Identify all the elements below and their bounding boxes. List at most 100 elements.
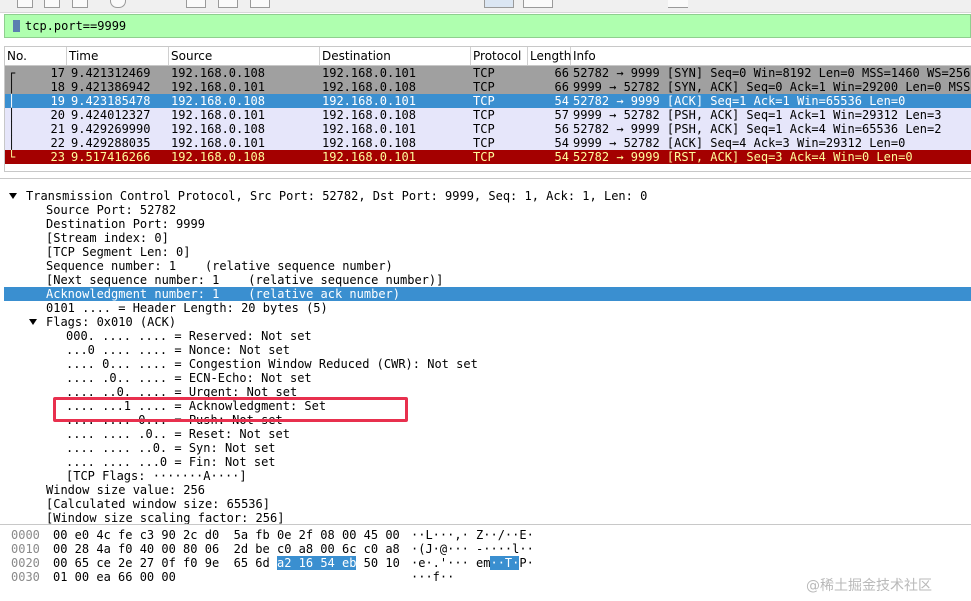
toolbar-button[interactable]	[44, 0, 60, 8]
ascii-bytes[interactable]: ·(J·@··· -····l··	[411, 542, 534, 556]
ascii-text: ·(J·@··· -····l··	[411, 542, 534, 556]
field-text: .... .... ...0 = Fin: Not set	[66, 455, 276, 469]
packet-protocol: TCP	[473, 136, 495, 150]
expand-arrow-icon[interactable]	[29, 319, 37, 325]
packet-source: 192.168.0.108	[171, 150, 265, 164]
packet-time: 9.424012327	[71, 108, 151, 122]
tree-field[interactable]: [Window size scaling factor: 256]	[4, 511, 971, 524]
tree-field[interactable]: ...0 .... .... = Nonce: Not set	[4, 343, 971, 357]
display-filter-input[interactable]	[25, 18, 625, 34]
hex-bytes[interactable]: 00 e0 4c fe c3 90 2c d0 5a fb 0e 2f 08 0…	[53, 528, 400, 542]
tree-field[interactable]: [Calculated window size: 65536]	[4, 497, 971, 511]
packet-destination: 192.168.0.108	[322, 108, 416, 122]
packet-protocol: TCP	[473, 150, 495, 164]
column-header-protocol[interactable]: Protocol	[471, 47, 528, 65]
pane-splitter[interactable]	[0, 524, 971, 525]
packet-info: 9999 → 52782 [ACK] Seq=4 Ack=3 Win=29312…	[573, 136, 906, 150]
column-header-length[interactable]: Length	[528, 47, 571, 65]
hex-bytes[interactable]: 00 65 ce 2e 27 0f f0 9e 65 6d a2 16 54 e…	[53, 556, 400, 570]
packet-source: 192.168.0.101	[171, 136, 265, 150]
packet-destination: 192.168.0.108	[322, 80, 416, 94]
ascii-selected-bytes: ··T·	[490, 556, 520, 570]
packet-destination: 192.168.0.101	[322, 122, 416, 136]
packet-destination: 192.168.0.101	[322, 66, 416, 80]
column-header-destination[interactable]: Destination	[320, 47, 471, 65]
packet-no: 22	[50, 136, 65, 150]
hex-offset: 0020	[11, 556, 40, 570]
toolbar-button[interactable]	[17, 0, 33, 8]
column-header-no[interactable]: No.	[5, 47, 67, 65]
field-text: [Calculated window size: 65536]	[46, 497, 270, 511]
packet-info: 52782 → 9999 [ACK] Seq=1 Ack=1 Win=65536…	[573, 94, 906, 108]
tree-field[interactable]: [TCP Segment Len: 0]	[4, 245, 971, 259]
toolbar-button[interactable]	[72, 0, 88, 8]
ascii-text: P·	[519, 556, 534, 570]
packet-info: 52782 → 9999 [RST, ACK] Seq=3 Ack=4 Win=…	[573, 150, 913, 164]
packet-destination: 192.168.0.108	[322, 136, 416, 150]
packet-row[interactable]: ┌ 17 9.421312469 192.168.0.108 192.168.0.101…	[5, 66, 971, 80]
tree-field[interactable]: .... 0... .... = Congestion Window Reduc…	[4, 357, 971, 371]
field-text: [Stream index: 0]	[46, 231, 169, 245]
packet-source: 192.168.0.108	[171, 94, 265, 108]
packet-row[interactable]: │ 19 9.423185478 192.168.0.108 192.168.0.101…	[5, 94, 971, 108]
packet-length: 54	[554, 94, 569, 108]
toolbar-button[interactable]	[110, 0, 126, 8]
packet-row[interactable]: └ 23 9.517416266 192.168.0.108 192.168.0.101…	[5, 150, 971, 164]
ascii-bytes[interactable]: ···f··	[411, 570, 454, 584]
hex-bytes[interactable]: 00 28 4a f0 40 00 80 06 2d be c0 a8 00 6…	[53, 542, 400, 556]
column-header-source[interactable]: Source	[169, 47, 320, 65]
tree-field[interactable]: .... .... ..0. = Syn: Not set	[4, 441, 971, 455]
display-filter-bar	[4, 14, 971, 38]
tree-field[interactable]: [Stream index: 0]	[4, 231, 971, 245]
field-text: [TCP Segment Len: 0]	[46, 245, 191, 259]
packet-protocol: TCP	[473, 80, 495, 94]
field-text: [TCP Flags: ·······A····]	[66, 469, 247, 483]
field-text: .... .0.. .... = ECN-Echo: Not set	[66, 371, 312, 385]
pane-splitter[interactable]	[0, 178, 971, 179]
tree-field[interactable]: [Next sequence number: 1 (relative seque…	[4, 273, 971, 287]
tree-field[interactable]: [TCP Flags: ·······A····]	[4, 469, 971, 483]
hex-text: 00 28 4a f0 40 00 80 06 2d be c0 a8 00 6…	[53, 542, 400, 556]
packet-row[interactable]: │ 21 9.429269990 192.168.0.108 192.168.0.101…	[5, 122, 971, 136]
tree-field[interactable]: .... .... ...0 = Fin: Not set	[4, 455, 971, 469]
packet-no: 19	[50, 94, 65, 108]
packet-length: 54	[554, 150, 569, 164]
tree-field[interactable]: Destination Port: 9999	[4, 217, 971, 231]
field-text: 0101 .... = Header Length: 20 bytes (5)	[46, 301, 328, 315]
ascii-text: ···f··	[411, 570, 455, 584]
ascii-bytes[interactable]: ··L···,· Z··/··E·	[411, 528, 534, 542]
packet-row[interactable]: │ 20 9.424012327 192.168.0.101 192.168.0.108…	[5, 108, 971, 122]
toolbar-button[interactable]	[668, 0, 688, 8]
toolbar-button[interactable]	[250, 0, 270, 8]
hex-bytes[interactable]: 01 00 ea 66 00 00	[53, 570, 176, 584]
tree-field[interactable]: Source Port: 52782	[4, 203, 971, 217]
tree-field[interactable]: 000. .... .... = Reserved: Not set	[4, 329, 971, 343]
toolbar-button[interactable]	[484, 0, 514, 8]
packet-no: 21	[50, 122, 65, 136]
expand-arrow-icon[interactable]	[9, 193, 17, 199]
tree-field[interactable]: .... .0.. .... = ECN-Echo: Not set	[4, 371, 971, 385]
toolbar-button[interactable]	[523, 0, 553, 8]
field-text: .... 0... .... = Congestion Window Reduc…	[66, 357, 478, 371]
tree-field[interactable]: 0101 .... = Header Length: 20 bytes (5)	[4, 301, 971, 315]
hex-offset: 0030	[11, 570, 40, 584]
field-text: Transmission Control Protocol, Src Port:…	[26, 189, 648, 203]
column-header-info[interactable]: Info	[571, 47, 971, 65]
tree-field[interactable]: Window size value: 256	[4, 483, 971, 497]
ascii-bytes[interactable]: ·e·.'··· em··T·P·	[411, 556, 534, 570]
toolbar-button[interactable]	[218, 0, 238, 8]
column-header-time[interactable]: Time	[67, 47, 169, 65]
packet-length: 57	[554, 108, 569, 122]
packet-row[interactable]: │ 22 9.429288035 192.168.0.101 192.168.0.108…	[5, 136, 971, 150]
tree-node[interactable]: Flags: 0x010 (ACK)	[4, 315, 971, 329]
tree-field[interactable]: Acknowledgment number: 1 (relative ack n…	[4, 287, 971, 301]
bookmark-icon[interactable]	[13, 20, 20, 32]
tree-field[interactable]: Sequence number: 1 (relative sequence nu…	[4, 259, 971, 273]
packet-destination: 192.168.0.101	[322, 94, 416, 108]
tree-field[interactable]: .... .... .0.. = Reset: Not set	[4, 427, 971, 441]
packet-row[interactable]: │ 18 9.421386942 192.168.0.101 192.168.0.108…	[5, 80, 971, 94]
hex-text: 01 00 ea 66 00 00	[53, 570, 176, 584]
tree-node[interactable]: Transmission Control Protocol, Src Port:…	[4, 189, 971, 203]
packet-source: 192.168.0.108	[171, 122, 265, 136]
toolbar-button[interactable]	[186, 0, 206, 8]
